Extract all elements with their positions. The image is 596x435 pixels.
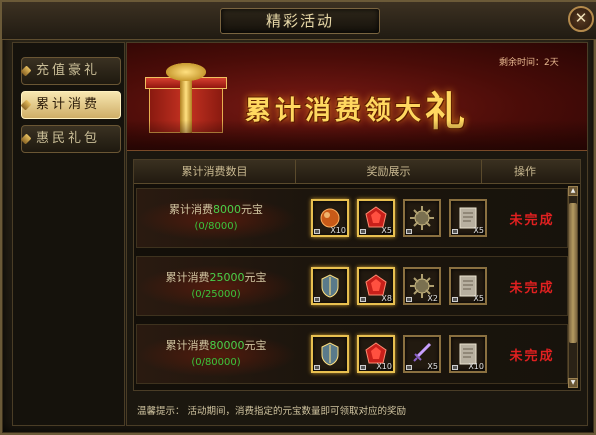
armor-icon xyxy=(321,342,339,366)
sidebar-item-benefit-pack[interactable]: 惠民礼包 xyxy=(20,125,121,153)
scrollbar[interactable]: ▲ ▼ xyxy=(568,186,578,388)
status-badge: 未完成 xyxy=(509,281,555,296)
footer-tip: 温馨提示： 活动期间，消费指定的元宝数量即可领取对应的奖励 xyxy=(137,406,407,417)
table-row: 累计消费8000元宝 (0/8000) X10 X5 X5 未完成 xyxy=(136,188,568,248)
reward-item[interactable] xyxy=(311,267,349,305)
sidebar-item-label: 累计消费 xyxy=(36,97,101,112)
lock-icon xyxy=(314,297,320,302)
reward-item[interactable]: X5 xyxy=(357,199,395,237)
column-header-action: 操作 xyxy=(514,165,536,178)
req-suffix: 元宝 xyxy=(244,271,267,284)
req-amount: 25000 xyxy=(209,271,245,284)
req-suffix: 元宝 xyxy=(244,339,267,352)
table-header: 累计消费数目 奖励展示 操作 xyxy=(134,160,580,184)
requirement-text: 累计消费80000元宝 xyxy=(141,337,291,353)
req-amount: 80000 xyxy=(209,339,245,352)
item-count: X5 xyxy=(473,294,484,303)
scroll-thumb[interactable] xyxy=(569,203,577,343)
sidebar-item-label: 充值豪礼 xyxy=(36,63,101,78)
req-prefix: 累计消费 xyxy=(165,339,210,352)
item-count: X5 xyxy=(473,226,484,235)
status-badge: 未完成 xyxy=(509,349,555,364)
reward-item[interactable]: X8 xyxy=(357,267,395,305)
banner-title-text: 累计消费领大 xyxy=(245,96,426,126)
scroll-down-arrow-icon[interactable]: ▼ xyxy=(568,378,578,388)
lock-icon xyxy=(360,229,366,234)
remaining-time: 剩余时间：2天 xyxy=(499,58,559,68)
item-count: X2 xyxy=(427,294,438,303)
reward-item[interactable]: X10 xyxy=(311,199,349,237)
armor-icon xyxy=(321,274,339,298)
gift-box-icon xyxy=(145,63,227,133)
event-banner: 累计消费领大礼 剩余时间：2天 xyxy=(127,43,587,151)
reward-item[interactable] xyxy=(311,335,349,373)
item-count: X10 xyxy=(468,362,484,371)
spiked-ball-icon xyxy=(410,206,434,230)
progress-text: (0/8000) xyxy=(194,221,238,232)
requirement-text: 累计消费8000元宝 xyxy=(141,201,291,217)
progress-text: (0/25000) xyxy=(191,289,241,300)
lock-icon xyxy=(452,365,458,370)
reward-item[interactable]: X5 xyxy=(449,199,487,237)
req-amount: 8000 xyxy=(213,203,241,216)
lock-icon xyxy=(360,365,366,370)
reward-item[interactable]: X5 xyxy=(449,267,487,305)
reward-table: 累计消费数目 奖励展示 操作 累计消费8000元宝 (0/8000) X10 X… xyxy=(133,159,581,391)
item-count: X10 xyxy=(376,362,392,371)
sidebar-item-cumulative-spend[interactable]: 累计消费 xyxy=(20,91,121,119)
banner-title: 累计消费领大礼 xyxy=(245,73,469,135)
progress-text: (0/80000) xyxy=(191,357,241,368)
item-count: X5 xyxy=(427,362,438,371)
gem-icon xyxy=(20,133,32,145)
reward-item[interactable]: X2 xyxy=(403,267,441,305)
lock-icon xyxy=(406,297,412,302)
reward-item[interactable]: X10 xyxy=(449,335,487,373)
req-prefix: 累计消费 xyxy=(165,271,210,284)
title-bar: 精彩活动 ✕ xyxy=(2,2,596,40)
sidebar-item-label: 惠民礼包 xyxy=(36,131,101,146)
item-count: X8 xyxy=(381,294,392,303)
close-button[interactable]: ✕ xyxy=(568,6,594,32)
item-count: X10 xyxy=(330,226,346,235)
gem-icon xyxy=(20,99,32,111)
lock-icon xyxy=(406,229,412,234)
window-title: 精彩活动 xyxy=(220,8,380,34)
lock-icon xyxy=(452,229,458,234)
reward-item[interactable]: X10 xyxy=(357,335,395,373)
sidebar: 充值豪礼 累计消费 惠民礼包 xyxy=(12,42,125,426)
lock-icon xyxy=(314,365,320,370)
item-count: X5 xyxy=(381,226,392,235)
gem-icon xyxy=(20,65,32,77)
column-header-requirement: 累计消费数目 xyxy=(134,160,296,184)
sidebar-item-recharge[interactable]: 充值豪礼 xyxy=(20,57,121,85)
requirement-text: 累计消费25000元宝 xyxy=(141,269,291,285)
main-panel: 累计消费领大礼 剩余时间：2天 累计消费数目 奖励展示 操作 累计消费8000元… xyxy=(126,42,588,426)
lock-icon xyxy=(360,297,366,302)
close-icon: ✕ xyxy=(574,9,588,27)
req-prefix: 累计消费 xyxy=(169,203,213,216)
banner-title-big-char: 礼 xyxy=(425,88,470,135)
column-header-rewards: 奖励展示 xyxy=(296,160,482,184)
lock-icon xyxy=(452,297,458,302)
lock-icon xyxy=(406,365,412,370)
status-badge: 未完成 xyxy=(509,213,555,228)
lock-icon xyxy=(314,229,320,234)
table-row: 累计消费25000元宝 (0/25000) X8 X2 X5 未完成 xyxy=(136,256,568,316)
reward-item[interactable]: X5 xyxy=(403,335,441,373)
activity-window: 精彩活动 ✕ 充值豪礼 累计消费 惠民礼包 累计消费领大礼 剩余时间：2天 累计… xyxy=(0,0,596,435)
table-row: 累计消费80000元宝 (0/80000) X10 X5 X10 未完成 xyxy=(136,324,568,384)
reward-item[interactable] xyxy=(403,199,441,237)
req-suffix: 元宝 xyxy=(241,203,263,216)
scroll-up-arrow-icon[interactable]: ▲ xyxy=(568,186,578,196)
